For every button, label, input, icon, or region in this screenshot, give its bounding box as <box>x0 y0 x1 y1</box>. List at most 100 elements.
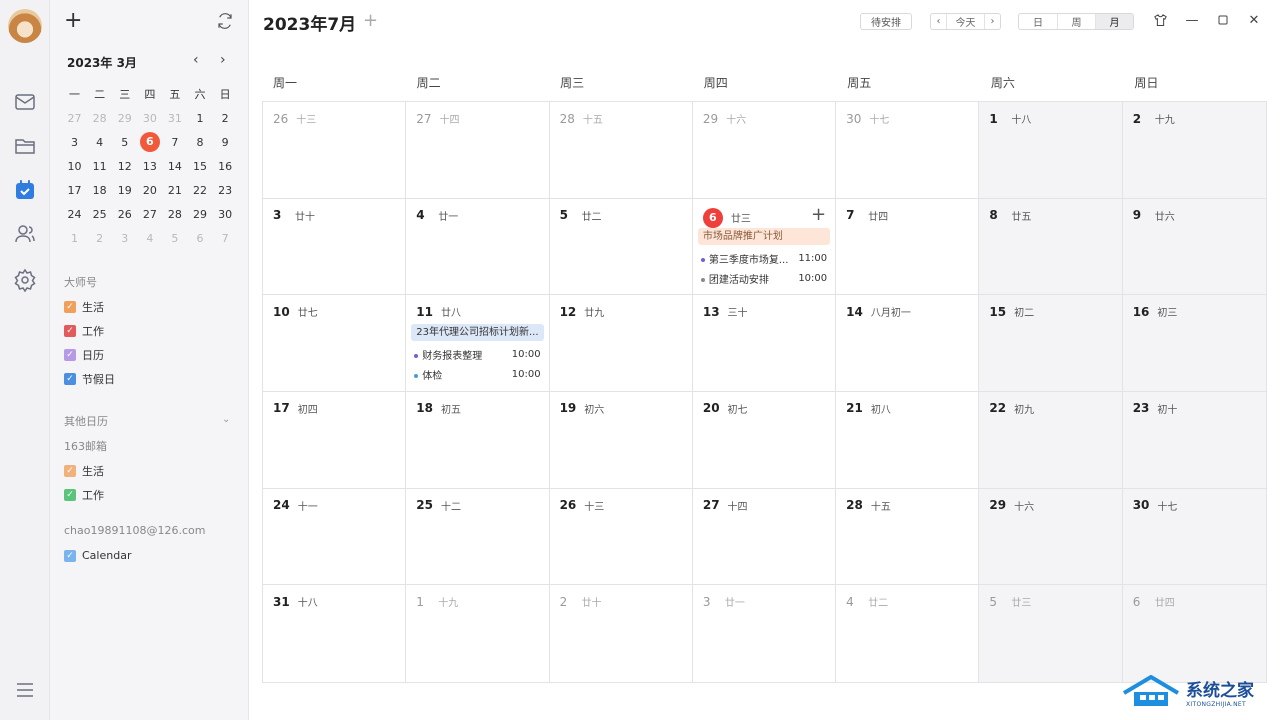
day-cell[interactable]: 26 十三 <box>263 102 407 199</box>
day-cell[interactable]: 12 廿九 <box>549 295 693 392</box>
folder-icon[interactable] <box>13 134 37 158</box>
prev-icon[interactable]: ‹ <box>931 14 947 29</box>
mini-day[interactable]: 21 <box>162 184 187 197</box>
day-cell[interactable]: 2 十九 <box>1122 102 1266 199</box>
day-cell[interactable]: 7 廿四 <box>836 198 980 296</box>
checkbox-icon[interactable]: ✓ <box>64 549 76 562</box>
mini-day[interactable]: 1 <box>187 112 212 125</box>
mini-day[interactable]: 18 <box>87 184 112 197</box>
day-cell[interactable]: 4 廿一 <box>406 198 550 296</box>
skin-icon[interactable] <box>1152 12 1168 28</box>
day-cell[interactable]: 11 廿八 23年代理公司招标计划新... 财务报表整理 10:00 体检 10:00 <box>406 295 550 392</box>
mini-day[interactable]: 17 <box>62 184 87 197</box>
day-cell[interactable]: 27 十四 <box>406 102 550 199</box>
next-icon[interactable]: › <box>984 14 1000 29</box>
close-icon[interactable]: ✕ <box>1246 12 1262 28</box>
day-cell[interactable]: 9 廿六 <box>1122 198 1266 296</box>
checkbox-icon[interactable]: ✓ <box>64 489 76 501</box>
mini-day[interactable]: 9 <box>213 136 238 149</box>
mini-day[interactable]: 6 <box>137 132 162 152</box>
mini-day[interactable]: 15 <box>187 160 212 173</box>
day-cell[interactable]: 21 初八 <box>836 391 980 489</box>
mini-day[interactable]: 2 <box>87 232 112 245</box>
mini-day[interactable]: 7 <box>162 136 187 149</box>
day-cell[interactable]: 19 初六 <box>549 391 693 489</box>
mini-day[interactable]: 6 <box>187 232 212 245</box>
checkbox-icon[interactable]: ✓ <box>64 373 76 385</box>
mini-day[interactable]: 22 <box>187 184 212 197</box>
event-item[interactable]: 团建活动安排 10:00 <box>700 271 827 286</box>
mini-day[interactable]: 14 <box>162 160 187 173</box>
calendar-toggle[interactable]: ✓ 生活 <box>64 463 104 479</box>
mini-day[interactable]: 4 <box>87 136 112 149</box>
day-cell[interactable]: 6 廿四 <box>1122 585 1266 682</box>
day-cell[interactable]: 8 廿五 <box>979 198 1123 296</box>
add-event-icon[interactable]: + <box>363 10 378 31</box>
day-cell[interactable]: 24 十一 <box>263 488 407 586</box>
mini-day[interactable]: 28 <box>162 208 187 221</box>
day-cell[interactable]: 30 十七 <box>836 102 980 199</box>
day-cell[interactable]: 18 初五 <box>406 391 550 489</box>
mini-day[interactable]: 11 <box>87 160 112 173</box>
day-cell[interactable]: 1 十九 <box>406 585 550 682</box>
today-button[interactable]: 今天 <box>947 14 984 29</box>
mini-day[interactable]: 31 <box>162 112 187 125</box>
minimize-icon[interactable]: — <box>1184 12 1200 28</box>
mini-day[interactable]: 3 <box>112 232 137 245</box>
day-cell[interactable]: 16 初三 <box>1122 295 1266 392</box>
calendar-icon[interactable] <box>13 178 37 202</box>
calendar-toggle[interactable]: ✓ 工作 <box>64 323 104 339</box>
view-2[interactable]: 月 <box>1094 14 1133 29</box>
mini-day[interactable]: 26 <box>112 208 137 221</box>
mini-day[interactable]: 12 <box>112 160 137 173</box>
checkbox-icon[interactable]: ✓ <box>64 325 76 337</box>
mini-day[interactable]: 1 <box>62 232 87 245</box>
calendar-toggle[interactable]: ✓ 节假日 <box>64 371 115 387</box>
mini-day[interactable]: 25 <box>87 208 112 221</box>
day-cell[interactable]: 1 十八 <box>979 102 1123 199</box>
day-cell[interactable]: 10 廿七 <box>263 295 407 392</box>
day-cell[interactable]: 3 廿一 <box>692 585 837 682</box>
mini-day[interactable]: 10 <box>62 160 87 173</box>
day-cell[interactable]: 6 廿三 + 市场品牌推广计划 第三季度市场复... 11:00 团建活动安排 10:00 <box>692 198 837 296</box>
pending-button[interactable]: 待安排 <box>860 13 912 30</box>
event-item[interactable]: 第三季度市场复... 11:00 <box>700 251 827 266</box>
day-cell[interactable]: 14 八月初一 <box>836 295 980 392</box>
day-cell[interactable]: 28 十五 <box>549 102 693 199</box>
mini-day[interactable]: 29 <box>112 112 137 125</box>
other-calendars-label[interactable]: 其他日历 <box>64 413 108 429</box>
mini-day[interactable]: 8 <box>187 136 212 149</box>
mini-day[interactable]: 16 <box>213 160 238 173</box>
mini-day[interactable]: 27 <box>137 208 162 221</box>
day-cell[interactable]: 5 廿二 <box>549 198 693 296</box>
day-cell[interactable]: 23 初十 <box>1122 391 1266 489</box>
view-1[interactable]: 周 <box>1056 14 1095 29</box>
mini-day[interactable]: 5 <box>112 136 137 149</box>
calendar-toggle[interactable]: ✓ Calendar <box>64 549 131 562</box>
day-cell[interactable]: 15 初二 <box>979 295 1123 392</box>
day-cell[interactable]: 28 十五 <box>836 488 980 586</box>
day-cell[interactable]: 2 廿十 <box>549 585 693 682</box>
calendar-toggle[interactable]: ✓ 生活 <box>64 299 104 315</box>
add-event-icon[interactable]: + <box>811 204 826 225</box>
day-cell[interactable]: 20 初七 <box>692 391 837 489</box>
mail-icon[interactable] <box>13 90 37 114</box>
allday-event[interactable]: 23年代理公司招标计划新... <box>411 324 544 342</box>
mini-day[interactable]: 5 <box>162 232 187 245</box>
mini-day[interactable]: 27 <box>62 112 87 125</box>
day-cell[interactable]: 29 十六 <box>979 488 1123 586</box>
mini-day[interactable]: 13 <box>137 160 162 173</box>
mini-day[interactable]: 20 <box>137 184 162 197</box>
day-cell[interactable]: 5 廿三 <box>979 585 1123 682</box>
sync-icon[interactable] <box>216 12 234 30</box>
view-0[interactable]: 日 <box>1019 14 1057 29</box>
chevron-down-icon[interactable]: ⌄ <box>222 414 230 425</box>
mini-next-icon[interactable]: › <box>220 52 226 68</box>
mini-day[interactable]: 7 <box>213 232 238 245</box>
maximize-icon[interactable] <box>1215 12 1231 28</box>
mini-day[interactable]: 19 <box>112 184 137 197</box>
add-icon[interactable]: + <box>64 10 82 32</box>
day-cell[interactable]: 4 廿二 <box>836 585 980 682</box>
mini-day[interactable]: 30 <box>137 112 162 125</box>
mini-prev-icon[interactable]: ‹ <box>193 52 199 68</box>
